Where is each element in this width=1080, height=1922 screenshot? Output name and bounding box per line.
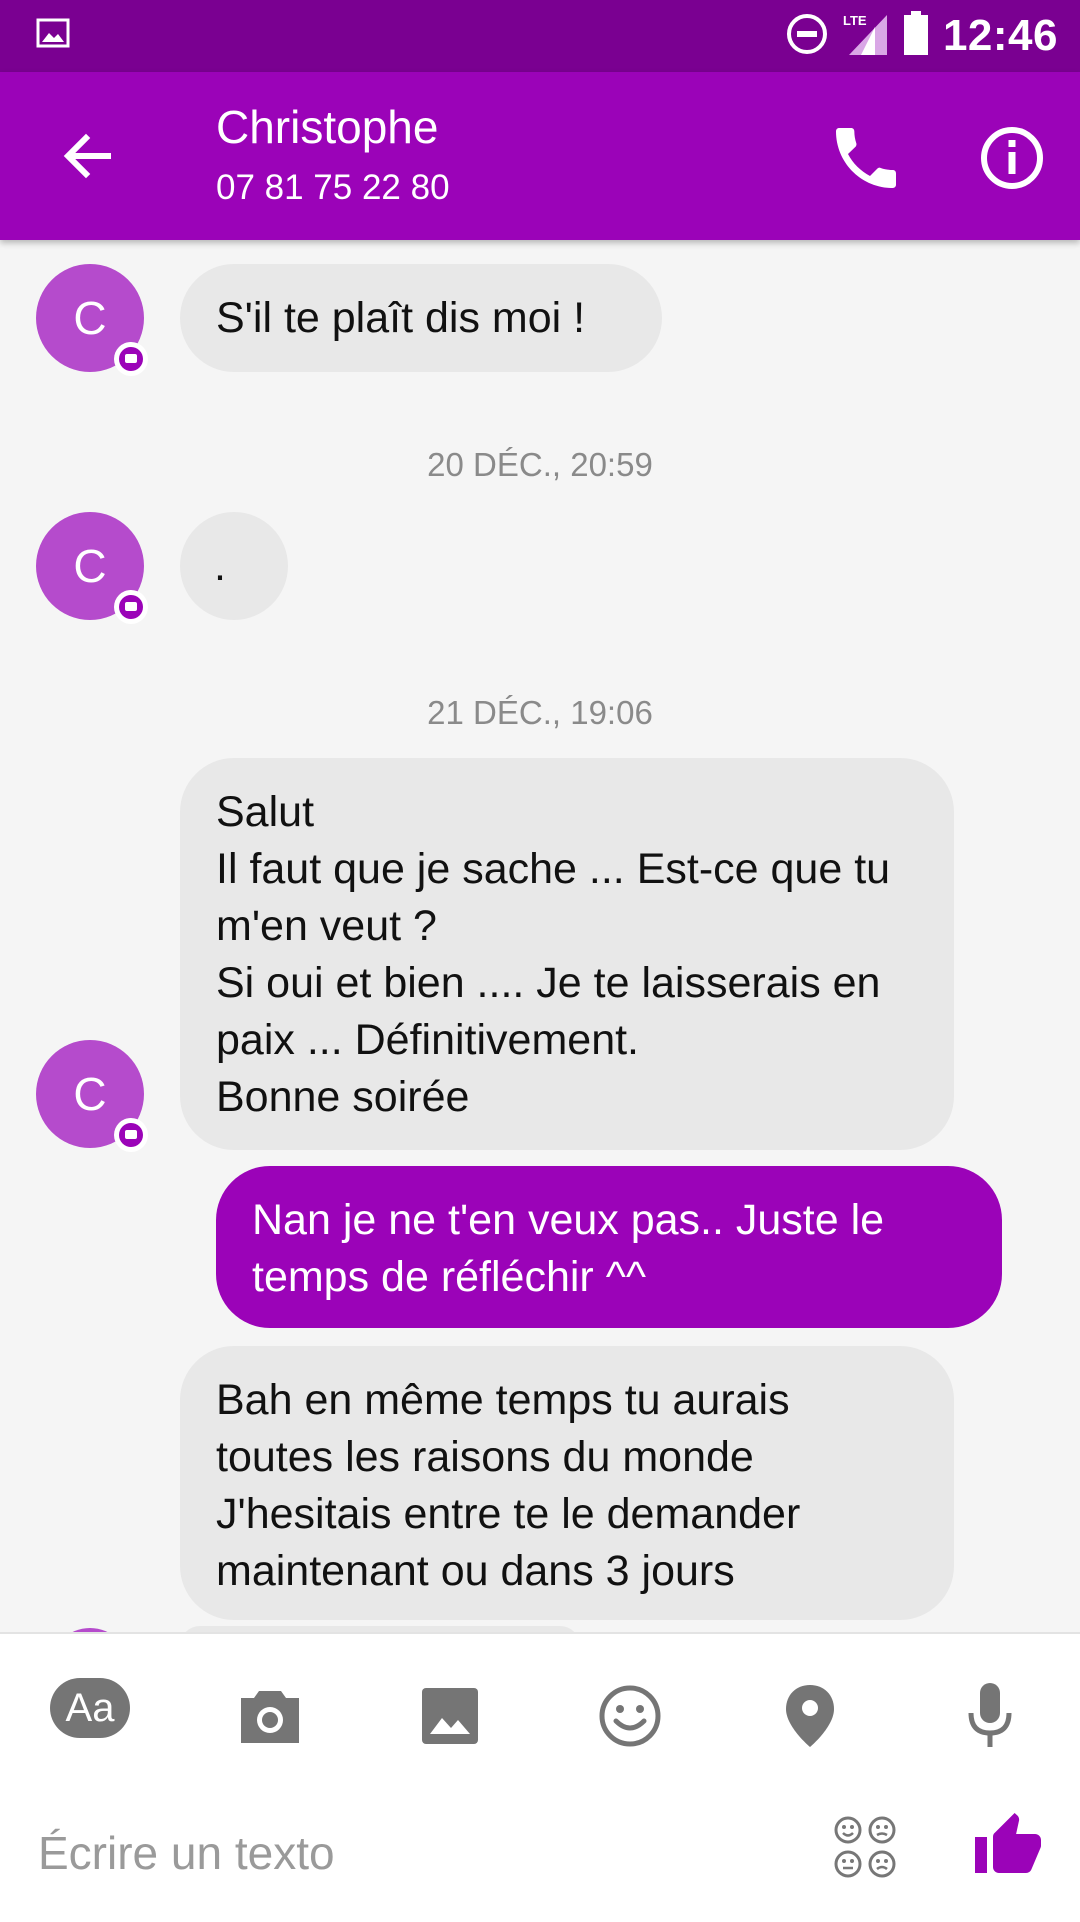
messenger-badge-icon	[114, 342, 148, 376]
incoming-message[interactable]: Bah en même temps tu aurais toutes les r…	[180, 1346, 954, 1620]
incoming-message[interactable]: .	[180, 512, 288, 620]
battery-icon	[903, 10, 929, 62]
contact-avatar[interactable]: C	[36, 264, 148, 376]
camera-icon[interactable]	[228, 1674, 312, 1758]
message-thread[interactable]: C S'il te plaît dis moi ! 20 DÉC., 20:59…	[0, 240, 1080, 1632]
gallery-notification-icon	[36, 18, 70, 53]
messenger-badge-icon	[114, 590, 148, 624]
contact-avatar[interactable]: C	[36, 1040, 148, 1152]
incoming-message[interactable]: S'il te plaît dis moi !	[180, 264, 662, 372]
timestamp: 20 DÉC., 20:59	[427, 446, 653, 483]
sticker-icon[interactable]	[832, 1814, 898, 1880]
signal-lte-icon: LTE	[843, 11, 889, 62]
back-arrow-icon[interactable]	[50, 118, 126, 194]
status-bar: LTE 12:46	[0, 0, 1080, 72]
location-icon[interactable]	[768, 1674, 852, 1758]
conversation-header: Christophe 07 81 75 22 80	[0, 72, 1080, 240]
phone-call-icon[interactable]	[826, 118, 906, 198]
contact-phone: 07 81 75 22 80	[216, 168, 450, 207]
timestamp: 21 DÉC., 19:06	[427, 694, 653, 731]
microphone-icon[interactable]	[948, 1674, 1032, 1758]
thumbs-up-icon[interactable]	[972, 1810, 1044, 1882]
outgoing-message[interactable]: Nan je ne t'en veux pas.. Juste le temps…	[216, 1166, 1002, 1328]
contact-avatar[interactable]: C	[36, 512, 148, 624]
composer: Aa	[0, 1632, 1080, 1922]
text-format-button[interactable]: Aa	[50, 1678, 130, 1738]
incoming-message[interactable]: Salut Il faut que je sache ... Est-ce qu…	[180, 758, 954, 1150]
messenger-badge-icon	[114, 1118, 148, 1152]
gallery-icon[interactable]	[408, 1674, 492, 1758]
emoji-icon[interactable]	[588, 1674, 672, 1758]
clock: 12:46	[942, 11, 1058, 60]
contact-name[interactable]: Christophe	[216, 100, 438, 154]
do-not-disturb-icon	[785, 12, 829, 61]
svg-text:LTE: LTE	[843, 13, 867, 28]
info-icon[interactable]	[972, 118, 1052, 198]
message-input[interactable]	[36, 1812, 800, 1894]
